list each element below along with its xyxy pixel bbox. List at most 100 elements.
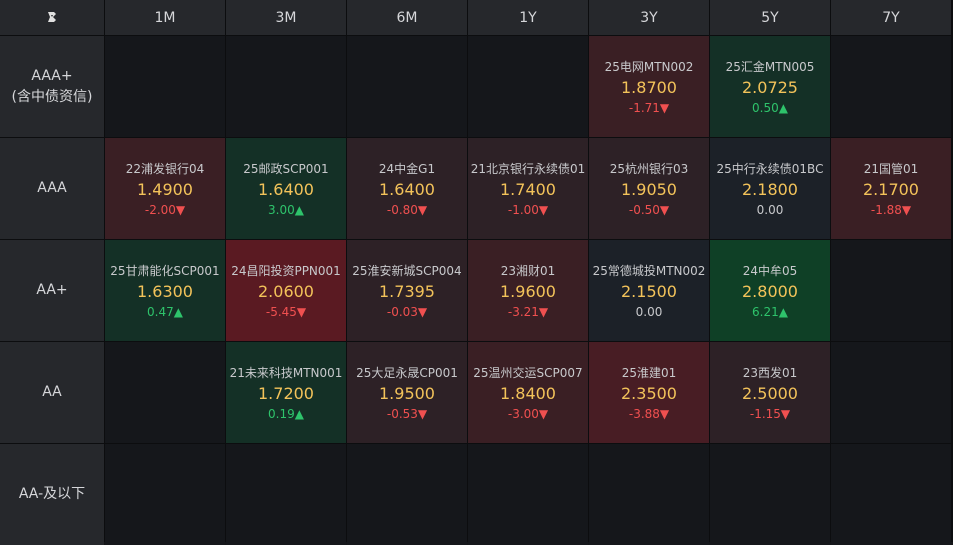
bond-change: -1.15▼ [749, 407, 791, 421]
bond-yield: 1.8400 [500, 384, 556, 403]
bond-cell[interactable]: 25淮建01 2.3500 -3.88▼ [589, 342, 709, 443]
bond-name: 22浦发银行04 [125, 162, 205, 176]
empty-cell [347, 36, 467, 137]
column-header-5Y[interactable]: 5Y [710, 0, 830, 35]
bond-yield: 2.8000 [742, 282, 798, 301]
bond-change: 0.47▲ [147, 305, 183, 319]
empty-cell [226, 36, 346, 137]
bond-yield: 1.6300 [137, 282, 193, 301]
bond-change: -2.00▼ [144, 203, 186, 217]
bond-cell[interactable]: 25汇金MTN005 2.0725 0.50▲ [710, 36, 830, 137]
bond-yield: 2.3500 [621, 384, 677, 403]
bond-change: 0.00 [635, 305, 663, 319]
bond-cell[interactable]: 24中金G1 1.6400 -0.80▼ [347, 138, 467, 239]
bond-yield: 1.7200 [258, 384, 314, 403]
bond-yield: 1.6400 [379, 180, 435, 199]
bond-yield: 2.0600 [258, 282, 314, 301]
bond-change: -0.53▼ [386, 407, 428, 421]
empty-cell [710, 444, 830, 545]
bond-change: -1.71▼ [628, 101, 670, 115]
bond-yield: 1.9600 [500, 282, 556, 301]
bond-change: 0.19▲ [268, 407, 304, 421]
bond-change: 0.00 [756, 203, 784, 217]
bond-name: 23湘财01 [500, 264, 556, 278]
bond-name: 23西发01 [742, 366, 798, 380]
empty-cell [347, 444, 467, 545]
bond-change: 6.21▲ [752, 305, 788, 319]
bond-change: -3.21▼ [507, 305, 549, 319]
logo-icon[interactable] [46, 8, 58, 27]
bond-cell[interactable]: 23湘财01 1.9600 -3.21▼ [468, 240, 588, 341]
bond-name: 25淮建01 [621, 366, 677, 380]
column-header-3M[interactable]: 3M [226, 0, 346, 35]
bond-cell[interactable]: 25杭州银行03 1.9050 -0.50▼ [589, 138, 709, 239]
bond-yield: 2.5000 [742, 384, 798, 403]
bond-name: 21未来科技MTN001 [229, 366, 343, 380]
empty-cell [589, 444, 709, 545]
bond-yield: 2.1800 [742, 180, 798, 199]
bond-name: 25温州交运SCP007 [473, 366, 583, 380]
bond-change: 0.50▲ [752, 101, 788, 115]
corner-cell [0, 0, 104, 35]
bond-name: 25甘肃能化SCP001 [110, 264, 220, 278]
column-header-1M[interactable]: 1M [105, 0, 225, 35]
bond-name: 25常德城投MTN002 [592, 264, 706, 278]
bond-yield: 2.0725 [742, 78, 798, 97]
bond-name: 21北京银行永续债01 [470, 162, 586, 176]
bond-cell[interactable]: 21国管01 2.1700 -1.88▼ [831, 138, 951, 239]
bond-yield: 1.9050 [621, 180, 677, 199]
bond-change: -3.00▼ [507, 407, 549, 421]
bond-cell[interactable]: 23西发01 2.5000 -1.15▼ [710, 342, 830, 443]
bond-cell[interactable]: 21未来科技MTN001 1.7200 0.19▲ [226, 342, 346, 443]
bond-cell[interactable]: 25大足永晟CP001 1.9500 -0.53▼ [347, 342, 467, 443]
empty-cell [105, 36, 225, 137]
bond-name: 25杭州银行03 [609, 162, 689, 176]
column-header-1Y[interactable]: 1Y [468, 0, 588, 35]
empty-cell [831, 342, 951, 443]
bond-yield: 1.7400 [500, 180, 556, 199]
bond-change: -3.88▼ [628, 407, 670, 421]
row-label-4: AA-及以下 [0, 444, 104, 545]
bond-cell[interactable]: 25淮安新城SCP004 1.7395 -0.03▼ [347, 240, 467, 341]
bond-cell[interactable]: 22浦发银行04 1.4900 -2.00▼ [105, 138, 225, 239]
bond-name: 24中牟05 [742, 264, 798, 278]
bond-yield: 2.1500 [621, 282, 677, 301]
bond-yield: 1.6400 [258, 180, 314, 199]
bond-name: 25大足永晟CP001 [356, 366, 458, 380]
bond-cell[interactable]: 25邮政SCP001 1.6400 3.00▲ [226, 138, 346, 239]
row-label-3: AA [0, 342, 104, 443]
bond-change: -1.88▼ [870, 203, 912, 217]
empty-cell [105, 342, 225, 443]
bond-cell[interactable]: 24中牟05 2.8000 6.21▲ [710, 240, 830, 341]
bond-cell[interactable]: 25温州交运SCP007 1.8400 -3.00▼ [468, 342, 588, 443]
bond-name: 21国管01 [863, 162, 919, 176]
empty-cell [468, 444, 588, 545]
column-header-7Y[interactable]: 7Y [831, 0, 951, 35]
bond-yield: 1.8700 [621, 78, 677, 97]
bond-yield: 2.1700 [863, 180, 919, 199]
bond-cell[interactable]: 25甘肃能化SCP001 1.6300 0.47▲ [105, 240, 225, 341]
bond-cell[interactable]: 25中行永续债01BC 2.1800 0.00 [710, 138, 830, 239]
bond-yield: 1.7395 [379, 282, 435, 301]
bond-change: 3.00▲ [268, 203, 304, 217]
column-header-6M[interactable]: 6M [347, 0, 467, 35]
bond-name: 25邮政SCP001 [243, 162, 329, 176]
bond-name: 25汇金MTN005 [725, 60, 815, 74]
empty-cell [226, 444, 346, 545]
bond-yield: 1.9500 [379, 384, 435, 403]
row-label-0: AAA+ (含中债资信) [0, 36, 104, 137]
bond-cell[interactable]: 24昌阳投资PPN001 2.0600 -5.45▼ [226, 240, 346, 341]
bond-change: -1.00▼ [507, 203, 549, 217]
bond-cell[interactable]: 25常德城投MTN002 2.1500 0.00 [589, 240, 709, 341]
bond-name: 25中行永续债01BC [716, 162, 824, 176]
bond-change: -0.80▼ [386, 203, 428, 217]
bond-yield: 1.4900 [137, 180, 193, 199]
rating-tenor-grid: 1M 3M 6M 1Y 3Y 5Y 7Y AAA+ (含中债资信) 25电网MTN002 1.870… [0, 0, 953, 545]
empty-cell [105, 444, 225, 545]
bond-cell[interactable]: 21北京银行永续债01 1.7400 -1.00▼ [468, 138, 588, 239]
bond-cell[interactable]: 25电网MTN002 1.8700 -1.71▼ [589, 36, 709, 137]
empty-cell [468, 36, 588, 137]
bond-name: 25电网MTN002 [604, 60, 694, 74]
column-header-3Y[interactable]: 3Y [589, 0, 709, 35]
row-label-2: AA+ [0, 240, 104, 341]
